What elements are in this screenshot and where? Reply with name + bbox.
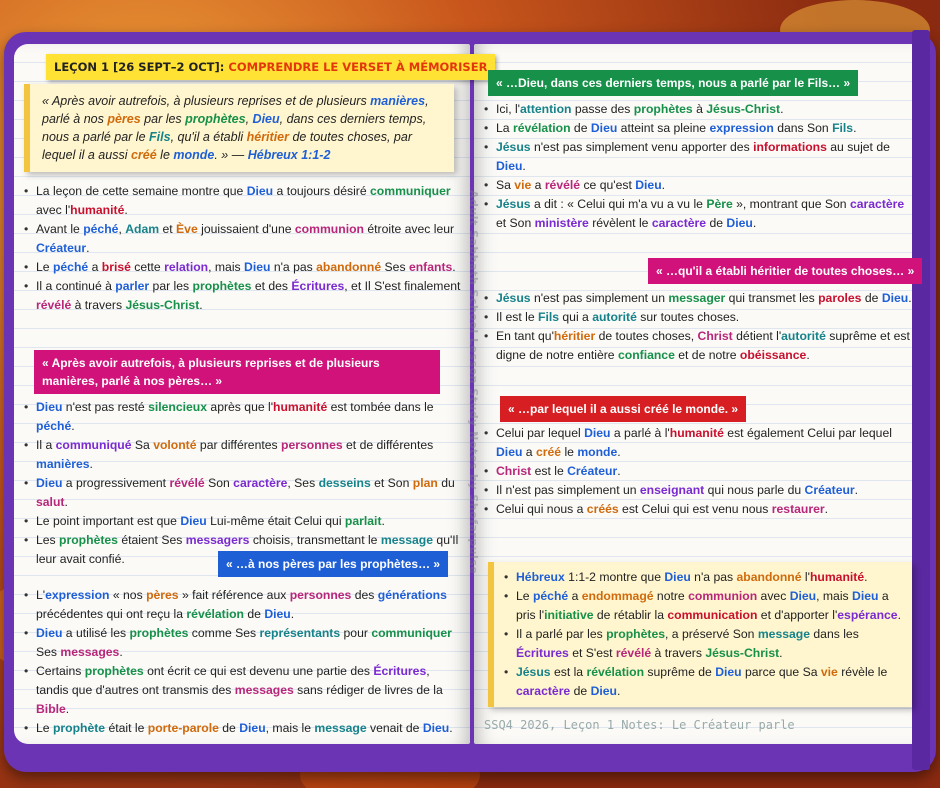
left-list-fathers: Dieu n'est pas resté silencieux après qu… <box>24 398 464 569</box>
footer-caption: SSQ4 2026, Leçon 1 Notes: Le Créateur pa… <box>484 718 795 732</box>
list-item: Hébreux 1:1-2 montre que Dieu n'a pas ab… <box>504 568 902 587</box>
banner-creation-quote: « …par lequel il a aussi créé le monde. … <box>500 396 747 422</box>
right-list-creation: Celui par lequel Dieu a parlé à l'humani… <box>484 424 914 519</box>
list-item: Le point important est que Dieu Lui-même… <box>24 512 464 531</box>
right-list-heir: Jésus n'est pas simplement un messager q… <box>484 289 914 365</box>
list-item: Celui par lequel Dieu a parlé à l'humani… <box>484 424 914 462</box>
banner-son-quote: « …Dieu, dans ces derniers temps, nous a… <box>488 70 859 96</box>
banner-heir-quote: « …qu'il a établi héritier de toutes cho… <box>648 258 923 284</box>
list-item: Certains prophètes ont écrit ce qui est … <box>24 662 454 719</box>
list-item: L'expression « nos pères » fait référenc… <box>24 586 454 624</box>
list-item: Le prophète était le porte-parole de Die… <box>24 719 454 738</box>
spine-watermark: Adult Sabbath School Lesson Study Notes … <box>467 190 480 575</box>
memory-verse-reference: Hébreux 1:1-2 <box>247 148 331 162</box>
memory-verse-text: « Après avoir autrefois, à plusieurs rep… <box>42 94 429 162</box>
list-item: Jésus n'est pas simplement un messager q… <box>484 289 914 308</box>
summary-list: Hébreux 1:1-2 montre que Dieu n'a pas ab… <box>504 568 902 701</box>
list-item: Jésus n'est pas simplement venu apporter… <box>484 138 914 176</box>
notebook-elastic-band <box>912 30 930 770</box>
right-list-son: Ici, l'attention passe des prophètes à J… <box>484 100 914 233</box>
list-item: Dieu a utilisé les prophètes comme Ses r… <box>24 624 454 662</box>
list-item: Dieu a progressivement révélé Son caract… <box>24 474 464 512</box>
list-item: Il est le Fils qui a autorité sur toutes… <box>484 308 914 327</box>
list-item: Le péché a endommagé notre communion ave… <box>504 587 902 625</box>
summary-callout: Hébreux 1:1-2 montre que Dieu n'a pas ab… <box>488 562 912 707</box>
list-item: La révélation de Dieu atteint sa pleine … <box>484 119 914 138</box>
memory-verse-quote: « Après avoir autrefois, à plusieurs rep… <box>24 84 454 172</box>
list-item: Ici, l'attention passe des prophètes à J… <box>484 100 914 119</box>
list-item: La leçon de cette semaine montre que Die… <box>24 182 464 220</box>
list-item: Il n'est pas simplement un enseignant qu… <box>484 481 914 500</box>
list-item: Jésus a dit : « Celui qui m'a vu a vu le… <box>484 195 914 233</box>
list-item: Il a continué à parler par les prophètes… <box>24 277 464 315</box>
banner-prophets-quote: « …à nos pères par les prophètes… » <box>218 551 449 577</box>
list-item: Avant le péché, Adam et Ève jouissaient … <box>24 220 464 258</box>
list-item: Le péché a brisé cette relation, mais Di… <box>24 258 464 277</box>
list-item: Celui qui nous a créés est Celui qui est… <box>484 500 914 519</box>
list-item: Sa vie a révélé ce qu'est Dieu. <box>484 176 914 195</box>
lesson-title: LEÇON 1 [26 SEPT–2 OCT]: COMPRENDRE LE V… <box>46 54 496 80</box>
lesson-title-date: LEÇON 1 [26 SEPT–2 OCT]: <box>54 60 225 74</box>
left-list-intro: La leçon de cette semaine montre que Die… <box>24 182 464 315</box>
list-item: Il a parlé par les prophètes, a préservé… <box>504 625 902 663</box>
list-item: En tant qu'héritier de toutes choses, Ch… <box>484 327 914 365</box>
list-item: Christ est le Créateur. <box>484 462 914 481</box>
list-item: Dieu n'est pas resté silencieux après qu… <box>24 398 464 436</box>
left-list-prophets: L'expression « nos pères » fait référenc… <box>24 586 454 738</box>
list-item: Jésus est la révélation suprême de Dieu … <box>504 663 902 701</box>
list-item: Il a communiqué Sa volonté par différent… <box>24 436 464 474</box>
banner-fathers-quote: « Après avoir autrefois, à plusieurs rep… <box>34 350 440 394</box>
lesson-title-topic: COMPRENDRE LE VERSET À MÉMORISER <box>228 60 488 74</box>
